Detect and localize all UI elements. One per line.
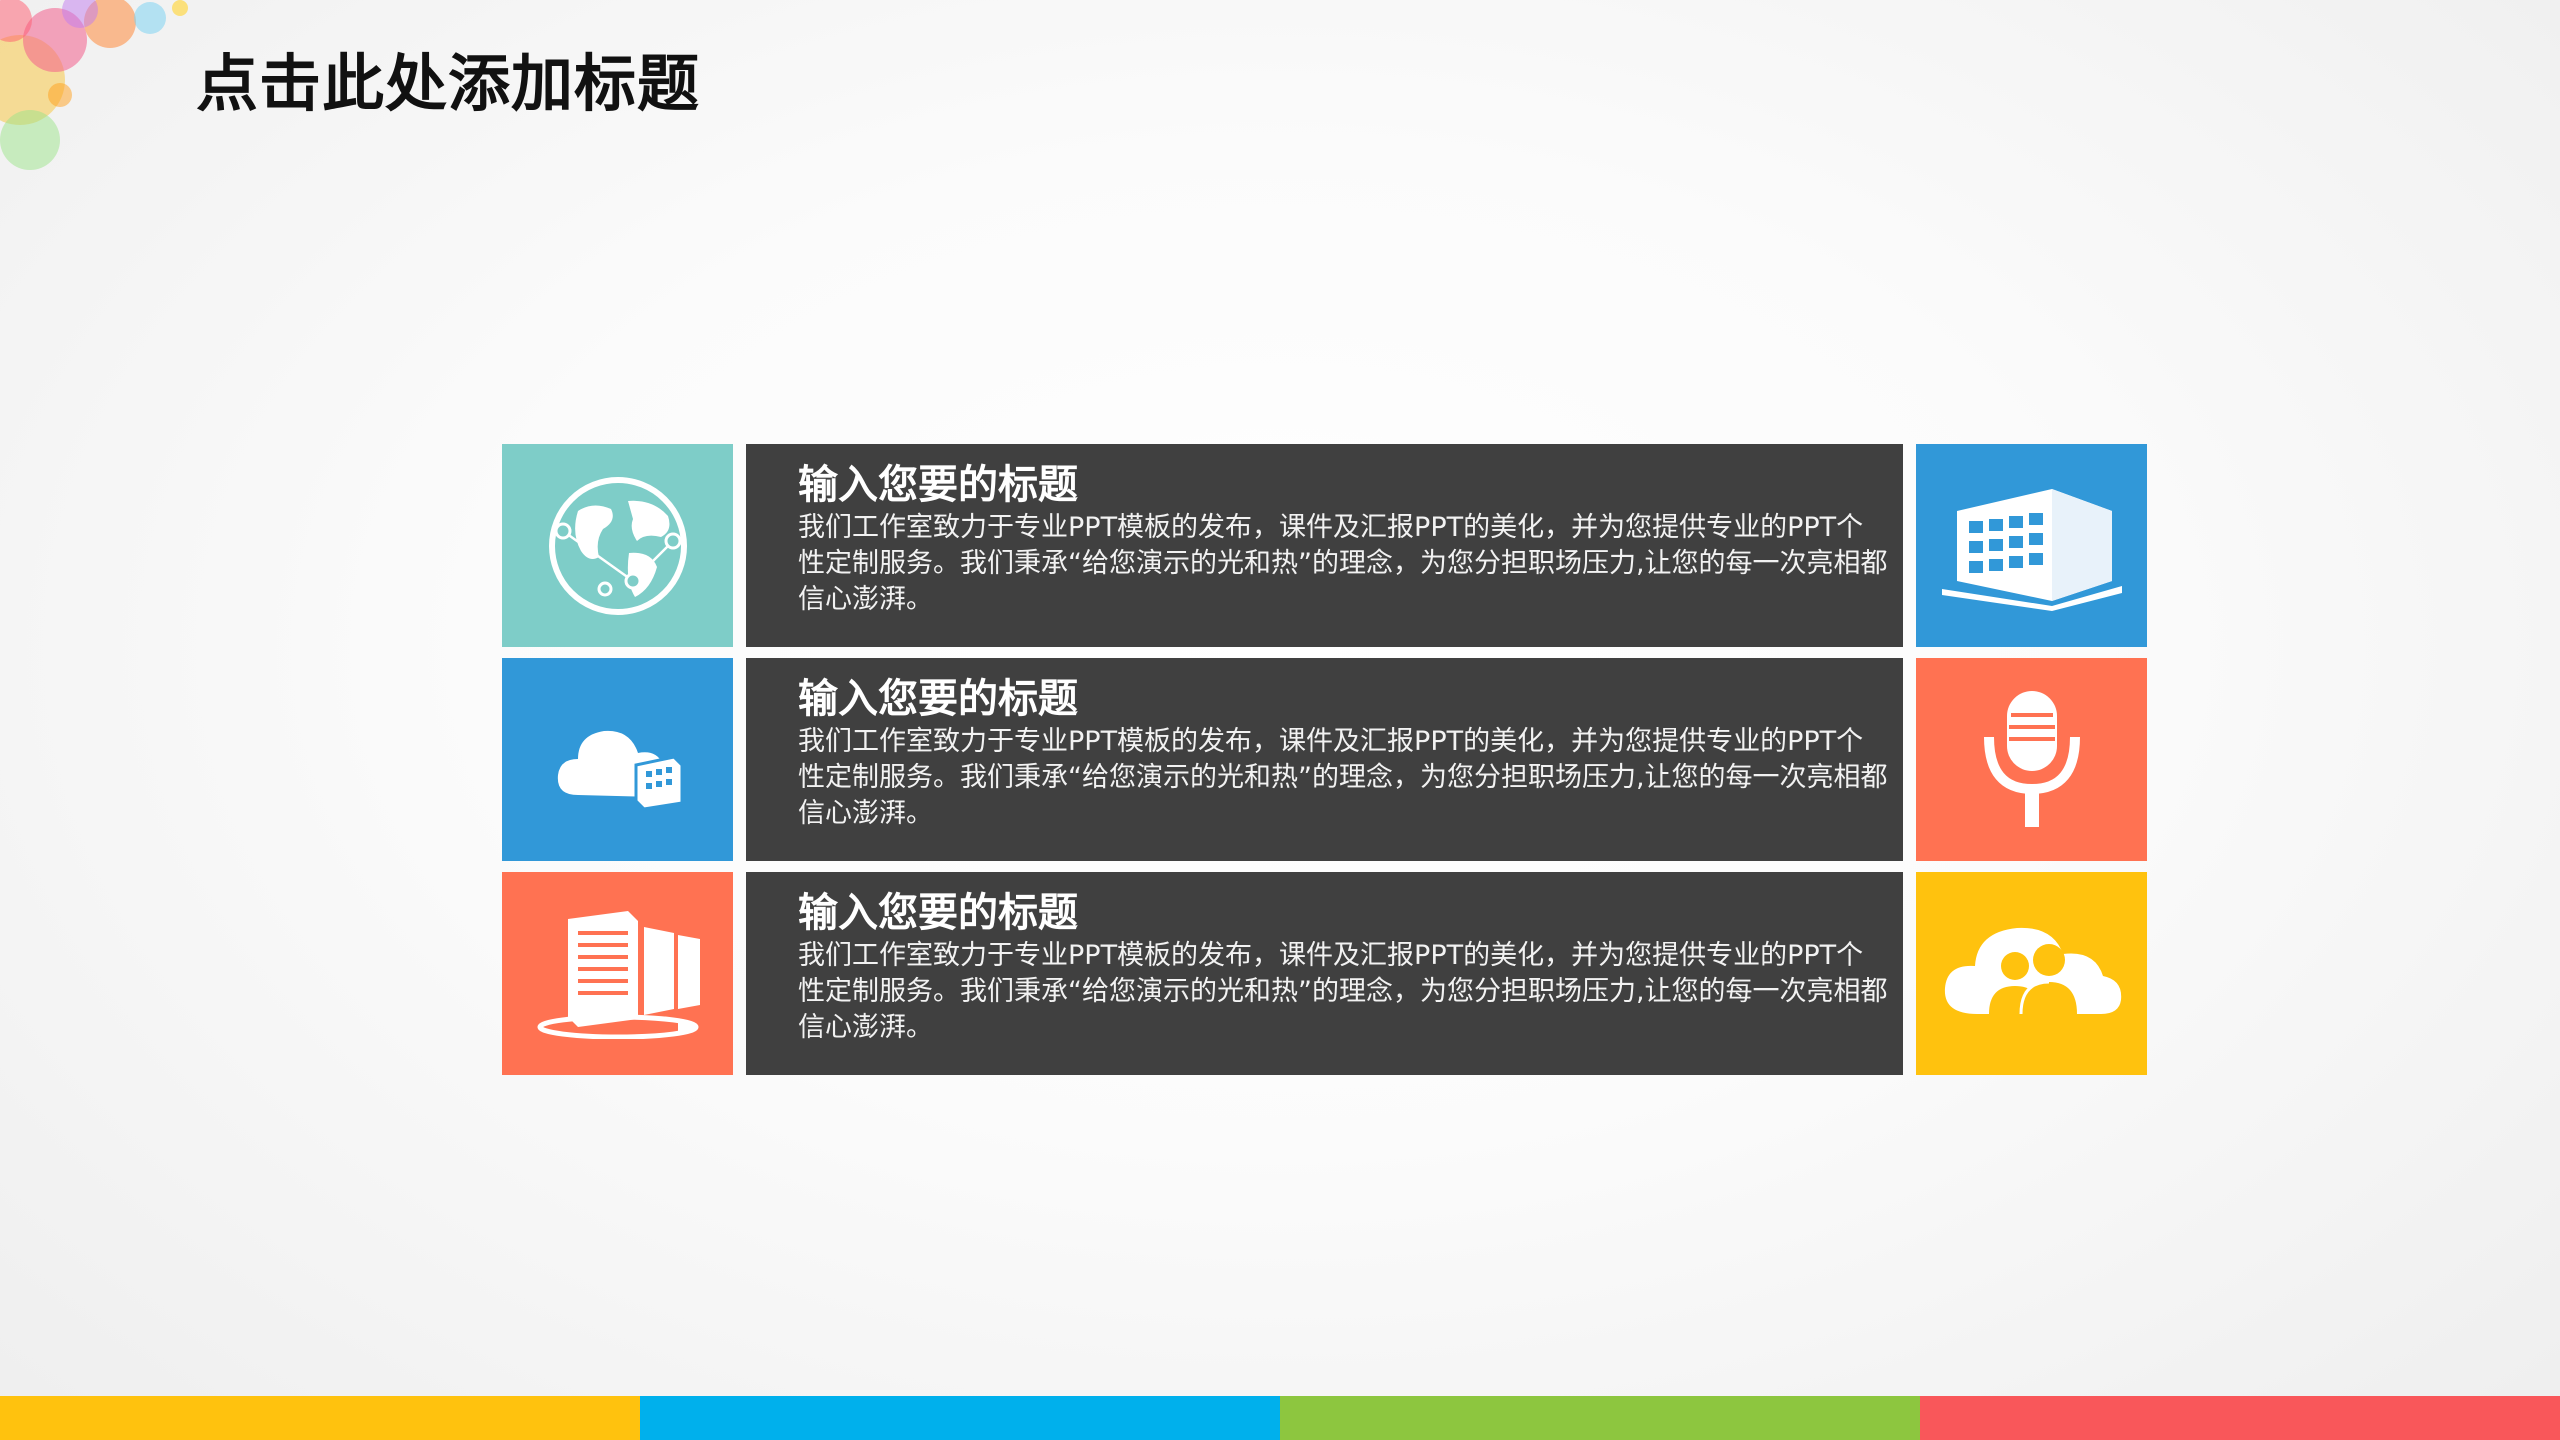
tile-globe [502,444,733,647]
corner-flower-decoration [0,0,188,170]
microphone-icon [1983,690,2080,827]
cloud-building-icon [557,730,683,811]
panel-title[interactable]: 输入您要的标题 [798,674,1883,724]
globe-network-icon [548,476,687,615]
tile-cloud-building [502,658,733,861]
tile-building [1916,444,2147,647]
info-panel: 输入您要的标题 我们工作室致力于专业PPT模板的发布，课件及汇报PPT的美化，并… [746,658,1903,861]
panel-body[interactable]: 我们工作室致力于专业PPT模板的发布，课件及汇报PPT的美化，并为您提供专业的P… [798,938,1888,1046]
bottom-color-stripe [0,1396,2560,1440]
stripe-blue [640,1396,1280,1440]
stripe-green [1280,1396,1920,1440]
tile-cloud-users [1916,872,2147,1075]
panel-body[interactable]: 我们工作室致力于专业PPT模板的发布，课件及汇报PPT的美化，并为您提供专业的P… [798,724,1888,832]
server-rack-icon [537,910,700,1039]
cloud-users-icon [1944,927,2121,1014]
panel-body[interactable]: 我们工作室致力于专业PPT模板的发布，课件及汇报PPT的美化，并为您提供专业的P… [798,510,1888,618]
info-panel: 输入您要的标题 我们工作室致力于专业PPT模板的发布，课件及汇报PPT的美化，并… [746,872,1903,1075]
panel-title[interactable]: 输入您要的标题 [798,460,1883,510]
stripe-red [1920,1396,2560,1440]
tile-server [502,872,733,1075]
slide-title[interactable]: 点击此处添加标题 [196,44,700,124]
building-icon [1941,488,2122,611]
stripe-yellow [0,1396,640,1440]
panel-title[interactable]: 输入您要的标题 [798,888,1883,938]
tile-microphone [1916,658,2147,861]
info-panel: 输入您要的标题 我们工作室致力于专业PPT模板的发布，课件及汇报PPT的美化，并… [746,444,1903,647]
